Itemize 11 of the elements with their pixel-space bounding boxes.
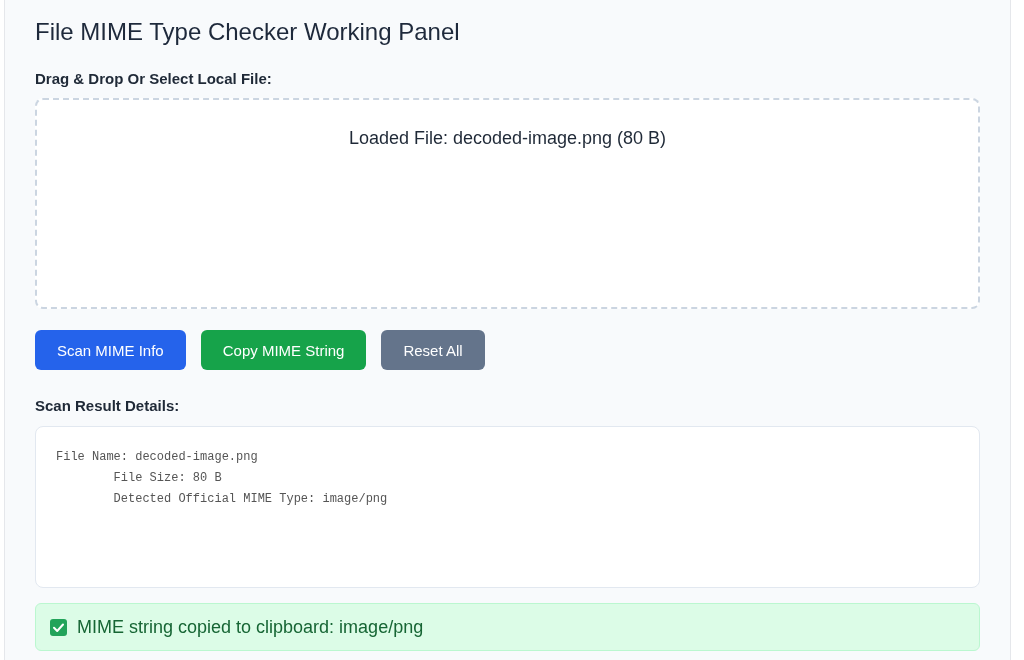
alert-message: MIME string copied to clipboard: image/png xyxy=(77,616,424,639)
section-label: Scan Result Details: xyxy=(35,397,180,415)
section-label: Drag & Drop Or Select Local File: xyxy=(35,70,272,88)
result-text: File Name: decoded-image.png File Size: 80 B Detected Official MIME Type: image/png xyxy=(56,449,388,508)
loaded-file-text: Loaded File: decoded-image.png (80 B) xyxy=(348,127,667,150)
action-button[interactable]: Scan MIME Info xyxy=(35,330,186,370)
action-button[interactable]: Reset All xyxy=(381,330,485,370)
action-button[interactable]: Copy MIME String xyxy=(200,330,367,370)
checkbox-tick-icon xyxy=(50,618,67,636)
panel-title: File MIME Type Checker Working Panel xyxy=(35,17,460,47)
file-drop-zone[interactable]: Loaded File: decoded-image.png (80 B) xyxy=(35,98,980,309)
